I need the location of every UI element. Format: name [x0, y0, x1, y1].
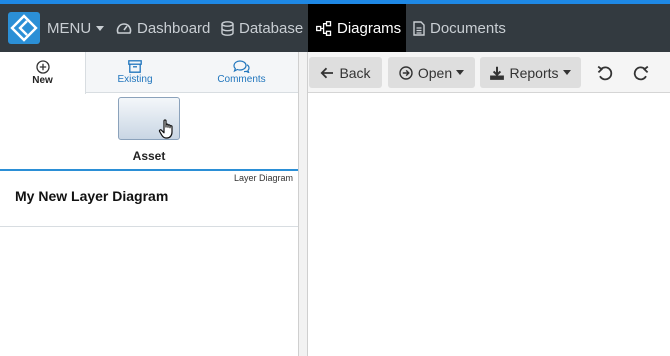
redo-button[interactable]: [631, 63, 651, 83]
back-label: Back: [339, 64, 371, 81]
nav-documents-label: Documents: [430, 19, 506, 37]
asset-label: Asset: [132, 149, 166, 163]
panel-splitter[interactable]: [298, 52, 308, 356]
tab-existing-label: Existing: [117, 74, 153, 85]
nav-database-label: Database: [239, 19, 304, 37]
layer-type-label: Layer Diagram: [233, 173, 293, 183]
database-icon: [221, 20, 234, 36]
logo-icon: [10, 14, 38, 42]
nav-database[interactable]: Database: [221, 4, 303, 52]
hand-cursor-icon: [158, 119, 173, 139]
menu-label: MENU: [47, 19, 92, 37]
caret-down-icon: [96, 25, 105, 31]
undo-icon: [597, 65, 613, 81]
back-button[interactable]: Back: [309, 57, 382, 88]
reports-label: Reports: [509, 64, 559, 81]
undo-button[interactable]: [595, 63, 615, 83]
redo-icon: [633, 65, 649, 81]
document-icon: [413, 20, 425, 36]
tab-new[interactable]: New: [0, 52, 86, 94]
diagram-toolbar: Back Open Reports: [308, 52, 670, 93]
diagram-icon: [316, 20, 332, 36]
app-logo[interactable]: [8, 12, 40, 44]
panel-tabs: New Existing Comments: [0, 52, 299, 94]
tab-existing[interactable]: Existing: [86, 52, 184, 93]
layer-name: My New Layer Diagram: [15, 188, 169, 204]
tab-comments[interactable]: Comments: [184, 52, 299, 93]
open-label: Open: [417, 64, 453, 81]
tab-new-label: New: [32, 75, 53, 86]
open-button[interactable]: Open: [388, 57, 475, 88]
caret-down-icon: [456, 70, 465, 75]
arrow-left-icon: [320, 67, 334, 78]
caret-down-icon: [562, 70, 571, 75]
circle-arrow-right-icon: [399, 65, 413, 80]
top-navbar: MENU Dashboard Database Diagrams Documen…: [0, 4, 670, 52]
diagram-canvas[interactable]: [308, 93, 670, 356]
layer-diagram-item[interactable]: Layer Diagram My New Layer Diagram: [0, 169, 299, 227]
nav-dashboard-label: Dashboard: [137, 19, 211, 37]
archive-icon: [128, 60, 142, 73]
menu-button[interactable]: MENU: [47, 4, 109, 52]
reports-button[interactable]: Reports: [480, 57, 581, 88]
nav-diagrams-label: Diagrams: [337, 19, 402, 37]
plus-circle-icon: [35, 60, 50, 74]
nav-dashboard[interactable]: Dashboard: [116, 4, 210, 52]
dashboard-icon: [116, 23, 132, 34]
nav-diagrams[interactable]: Diagrams: [308, 4, 406, 52]
download-icon: [490, 66, 505, 80]
left-panel: New Existing Comments Asset Layer Diagra…: [0, 52, 299, 356]
nav-documents[interactable]: Documents: [413, 4, 506, 52]
tab-comments-label: Comments: [217, 74, 266, 85]
comments-icon: [233, 60, 250, 73]
